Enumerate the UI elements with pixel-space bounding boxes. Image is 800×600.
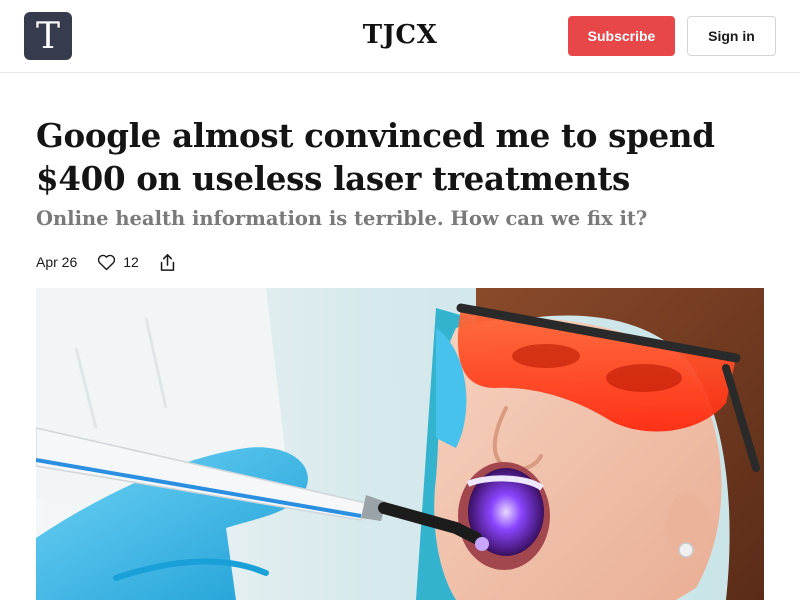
share-icon xyxy=(160,253,175,271)
post-date: Apr 26 xyxy=(36,254,78,270)
publication-logo[interactable]: T xyxy=(24,12,72,60)
like-count: 12 xyxy=(123,254,139,270)
article-title: Google almost convinced me to spend $400… xyxy=(36,116,715,198)
share-button[interactable] xyxy=(159,253,176,272)
article-header: Google almost convinced me to spend $400… xyxy=(36,114,776,274)
publication-name[interactable]: TJCX xyxy=(0,20,800,50)
subscribe-button[interactable]: Subscribe xyxy=(568,16,675,56)
top-navigation-bar: T TJCX Subscribe Sign in xyxy=(0,0,800,73)
like-button[interactable]: 12 xyxy=(97,253,139,271)
heart-icon xyxy=(98,254,116,271)
logo-letter: T xyxy=(35,16,60,57)
article-hero-image[interactable] xyxy=(36,288,764,600)
article-meta: Apr 26 12 xyxy=(36,250,776,274)
sign-in-button[interactable]: Sign in xyxy=(687,16,776,56)
dental-laser-treatment-illustration xyxy=(36,288,764,600)
article-subtitle: Online health information is terrible. H… xyxy=(36,207,648,230)
